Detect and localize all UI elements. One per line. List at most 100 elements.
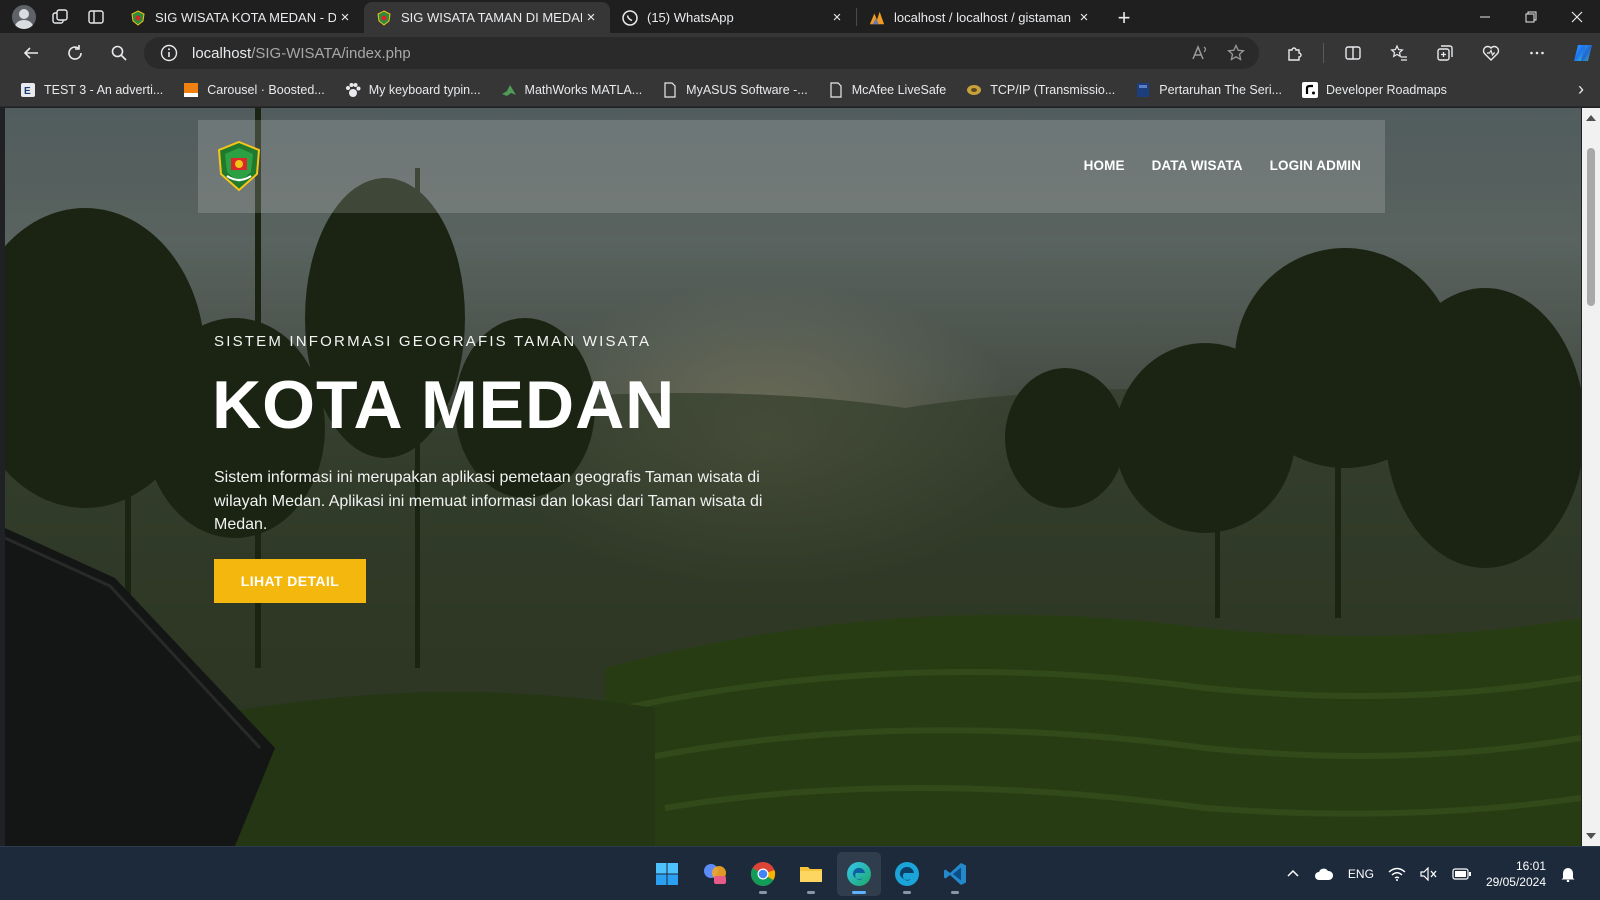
speaker-muted-icon[interactable]: [1420, 867, 1438, 881]
scroll-down-icon[interactable]: [1586, 833, 1596, 839]
file-explorer-icon: [800, 867, 822, 882]
clock-date: 29/05/2024: [1485, 875, 1546, 889]
vertical-tabs-icon[interactable]: [82, 3, 110, 31]
bookmark-label: MyASUS Software -...: [686, 82, 808, 97]
taskbar-file-explorer[interactable]: [789, 852, 833, 896]
edge-icon: [847, 862, 871, 886]
tab-whatsapp[interactable]: (15) WhatsApp ×: [610, 2, 856, 33]
tab-title: localhost / localhost / gistaman |: [894, 10, 1075, 25]
language-indicator[interactable]: ENG: [1348, 867, 1374, 881]
whatsapp-icon: [622, 9, 638, 26]
tab-close-icon[interactable]: ×: [582, 9, 600, 27]
close-window-icon[interactable]: [1554, 0, 1600, 33]
nav-data-wisata-link[interactable]: DATA WISATA: [1152, 158, 1243, 173]
paw-icon: [345, 82, 361, 98]
book-icon: [1135, 82, 1151, 98]
clock[interactable]: 16:01 29/05/2024: [1486, 858, 1546, 890]
search-icon[interactable]: [102, 36, 136, 70]
scrollbar-thumb[interactable]: [1587, 148, 1595, 306]
collections-icon[interactable]: [1428, 36, 1462, 70]
toolbar-divider: [1323, 43, 1324, 63]
address-bar[interactable]: localhost/SIG-WISATA/index.php: [144, 37, 1259, 69]
url-path: /SIG-WISATA/index.php: [251, 44, 411, 62]
roadmap-icon: [1302, 81, 1319, 98]
page-icon: [662, 81, 678, 98]
nav-home-link[interactable]: HOME: [1084, 158, 1125, 173]
extensions-icon[interactable]: [1277, 36, 1311, 70]
browser-essentials-icon[interactable]: [1474, 36, 1508, 70]
tab-phpmyadmin[interactable]: localhost / localhost / gistaman | ×: [857, 2, 1103, 33]
taskbar-widgets[interactable]: [693, 852, 737, 896]
bookmark-label: TEST 3 - An adverti...: [44, 82, 164, 97]
taskbar-edge[interactable]: [837, 852, 881, 896]
bookmark-item[interactable]: MyASUS Software -...: [654, 76, 816, 104]
taskbar-edge-dev[interactable]: [885, 852, 929, 896]
minimize-icon[interactable]: [1462, 0, 1508, 33]
tab-sig-wisata-dashboard[interactable]: SIG WISATA KOTA MEDAN - Dasl ×: [118, 2, 364, 33]
hero-subtitle: SISTEM INFORMASI GEOGRAFIS TAMAN WISATA: [214, 333, 652, 350]
bookmarks-overflow-icon[interactable]: ›: [1578, 79, 1584, 100]
page-scrollbar[interactable]: [1582, 108, 1600, 846]
more-options-icon[interactable]: [1520, 36, 1554, 70]
reload-icon[interactable]: [58, 36, 92, 70]
tab-sig-wisata-taman[interactable]: SIG WISATA TAMAN DI MEDAN ×: [364, 2, 610, 33]
tab-close-icon[interactable]: ×: [828, 9, 846, 27]
profile-avatar-icon[interactable]: [10, 3, 38, 31]
tab-close-icon[interactable]: ×: [336, 9, 354, 27]
medan-city-emblem-icon[interactable]: [213, 140, 265, 192]
bookmark-item[interactable]: McAfee LiveSafe: [820, 76, 955, 104]
medan-emblem-icon: [376, 9, 392, 26]
onedrive-cloud-icon[interactable]: [1314, 867, 1334, 881]
site-header: HOME DATA WISATA LOGIN ADMIN: [198, 120, 1385, 213]
split-screen-icon[interactable]: [1336, 36, 1370, 70]
network-icon: [966, 82, 982, 98]
running-indicator: [951, 891, 959, 894]
nav-login-admin-link[interactable]: LOGIN ADMIN: [1270, 158, 1361, 173]
url-text[interactable]: localhost/SIG-WISATA/index.php: [192, 45, 1191, 62]
bookmark-item[interactable]: Pertaruhan The Seri...: [1127, 76, 1290, 104]
start-button[interactable]: [645, 852, 689, 896]
scroll-up-icon[interactable]: [1586, 115, 1596, 121]
hero-description: Sistem informasi ini merupakan aplikasi …: [214, 469, 763, 533]
tab-title: SIG WISATA TAMAN DI MEDAN: [401, 10, 582, 25]
site-info-icon[interactable]: [160, 44, 178, 62]
copilot-icon[interactable]: [1566, 36, 1600, 70]
bookmarks-bar: E TEST 3 - An adverti... Carousel · Boos…: [0, 73, 1600, 107]
favorites-icon[interactable]: [1382, 36, 1416, 70]
restore-icon[interactable]: [1508, 0, 1554, 33]
taskbar-chrome[interactable]: [741, 852, 785, 896]
bookmark-item[interactable]: Developer Roadmaps: [1294, 76, 1455, 104]
workspaces-icon[interactable]: [46, 3, 74, 31]
browser-toolbar: localhost/SIG-WISATA/index.php: [0, 33, 1600, 73]
running-indicator: [759, 891, 767, 894]
chrome-icon: [750, 862, 776, 886]
url-host: localhost: [192, 44, 252, 62]
tab-title: (15) WhatsApp: [647, 10, 734, 25]
bookmark-item[interactable]: Carousel · Boosted...: [175, 76, 332, 104]
read-aloud-icon[interactable]: [1191, 44, 1209, 62]
chevron-up-icon[interactable]: [1286, 867, 1300, 881]
notification-bell-icon[interactable]: [1560, 866, 1576, 882]
bookmark-item[interactable]: E TEST 3 - An adverti...: [12, 76, 171, 104]
wifi-icon[interactable]: [1388, 867, 1406, 881]
tab-close-icon[interactable]: ×: [1075, 9, 1093, 27]
matlab-icon: [501, 82, 517, 98]
back-icon[interactable]: [14, 36, 48, 70]
running-indicator: [903, 891, 911, 894]
favorite-star-icon[interactable]: [1227, 44, 1245, 62]
bookmark-label: TCP/IP (Transmissio...: [990, 82, 1116, 97]
battery-icon[interactable]: [1452, 867, 1472, 881]
medan-emblem-icon: [130, 9, 146, 26]
bookmark-label: Developer Roadmaps: [1326, 82, 1447, 97]
carousel-icon: [183, 82, 199, 98]
new-tab-button[interactable]: +: [1109, 3, 1139, 33]
running-indicator: [852, 891, 866, 894]
phpmyadmin-icon: [869, 10, 885, 26]
lihat-detail-button[interactable]: LIHAT DETAIL: [214, 559, 366, 603]
bookmark-label: My keyboard typin...: [368, 82, 481, 97]
bookmark-item[interactable]: My keyboard typin...: [337, 76, 489, 104]
bookmark-item[interactable]: TCP/IP (Transmissio...: [958, 76, 1123, 104]
bookmark-item[interactable]: MathWorks MATLA...: [493, 76, 651, 104]
system-tray: ENG 16:01 29/05/2024: [1286, 847, 1576, 900]
taskbar-vscode[interactable]: [933, 852, 977, 896]
